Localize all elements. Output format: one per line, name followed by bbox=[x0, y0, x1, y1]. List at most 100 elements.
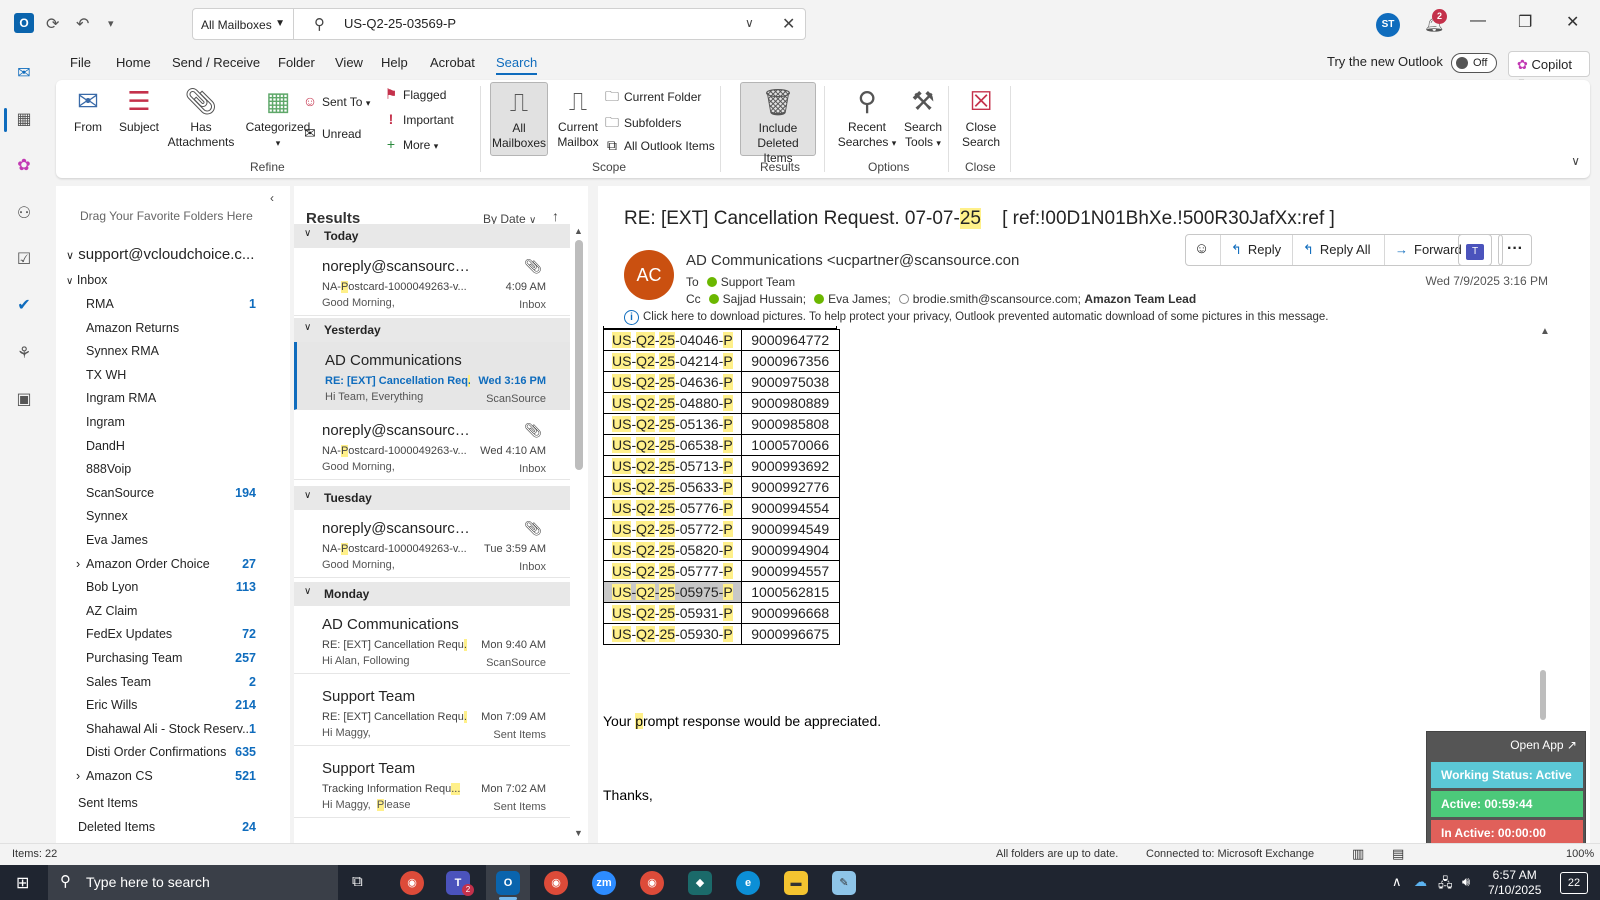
folder-item[interactable]: TX WH bbox=[86, 368, 126, 382]
recipient[interactable]: Amazon Team Lead bbox=[1084, 292, 1196, 306]
group-header-tuesday[interactable]: ∨ Tuesday bbox=[294, 486, 570, 510]
people-icon[interactable]: ⚇ bbox=[12, 202, 36, 226]
folder-item[interactable]: Synnex RMA bbox=[86, 344, 159, 358]
current-folder-button[interactable]: 🗀︎ Current Folder bbox=[604, 86, 701, 110]
message-item[interactable]: Support Team Tracking Information Requ...… bbox=[294, 750, 570, 818]
reading-pane-scrollbar[interactable] bbox=[1540, 670, 1546, 720]
important-button[interactable]: ! Important bbox=[383, 111, 454, 127]
reply-button[interactable]: ↰ Reply bbox=[1220, 235, 1292, 265]
org-explorer-icon[interactable]: ⚘ bbox=[12, 342, 36, 366]
sync-icon[interactable]: ⟳ bbox=[46, 14, 59, 34]
chrome-profile-icon[interactable]: ◉ bbox=[544, 871, 568, 895]
folder-item[interactable]: Eric Wills bbox=[86, 698, 137, 712]
all-outlook-items-button[interactable]: ⧉ All Outlook Items bbox=[604, 137, 715, 154]
from-button[interactable]: ✉ From bbox=[68, 86, 108, 135]
clear-search-icon[interactable]: ✕ bbox=[782, 14, 795, 34]
scroll-down-icon[interactable]: ▼ bbox=[574, 828, 583, 838]
more-actions-button[interactable]: ··· bbox=[1498, 234, 1532, 266]
recipient[interactable]: brodie.smith@scansource.com; bbox=[913, 292, 1081, 306]
folder-item[interactable]: › Amazon Order Choice bbox=[76, 557, 210, 571]
teams-share-button[interactable]: T bbox=[1458, 234, 1492, 266]
normal-view-icon[interactable]: ▥ bbox=[1352, 846, 1364, 862]
search-tools-button[interactable]: ⚒ Search Tools ▾ bbox=[894, 86, 952, 151]
message-item[interactable]: noreply@scansource.... 📎︎ NA-Postcard-1000… bbox=[294, 412, 570, 480]
edge-icon[interactable]: e bbox=[736, 871, 760, 895]
folder-item[interactable]: Ingram RMA bbox=[86, 391, 156, 405]
minimize-icon[interactable]: — bbox=[1470, 12, 1486, 30]
folder-item[interactable]: Sales Team bbox=[86, 675, 151, 689]
reading-view-icon[interactable]: ▤ bbox=[1392, 846, 1404, 862]
folder-item[interactable]: Eva James bbox=[86, 533, 148, 547]
sender-line[interactable]: AD Communications <ucpartner@scansource.… bbox=[686, 252, 1019, 269]
notepad-icon[interactable]: ✎ bbox=[832, 871, 856, 895]
message-item[interactable]: AD Communications RE: [EXT] Cancellation … bbox=[294, 606, 570, 674]
scroll-up-icon[interactable]: ▲ bbox=[574, 226, 583, 236]
folder-item[interactable]: Synnex bbox=[86, 509, 128, 523]
maximize-icon[interactable]: ❐ bbox=[1518, 12, 1532, 32]
folder-item[interactable]: 888Voip bbox=[86, 462, 131, 476]
network-icon[interactable]: 🖧︎ bbox=[1438, 874, 1453, 896]
current-mailbox-button[interactable]: ⎍ Current Mailbox bbox=[550, 86, 606, 150]
reply-all-button[interactable]: ↰ Reply All bbox=[1292, 235, 1384, 265]
open-app-link[interactable]: Open App ↗ bbox=[1510, 738, 1577, 752]
volume-icon[interactable]: 🔊︎ bbox=[1462, 874, 1470, 890]
sender-avatar[interactable]: AC bbox=[624, 250, 674, 300]
tasks-icon[interactable]: ☑ bbox=[12, 248, 36, 272]
scroll-up-icon[interactable]: ▲ bbox=[1540, 326, 1550, 337]
tab-folder[interactable]: Folder bbox=[278, 55, 315, 70]
folder-item[interactable]: Disti Order Confirmations bbox=[86, 745, 226, 759]
folder-deleted-items[interactable]: Deleted Items bbox=[78, 820, 155, 834]
include-deleted-items-button[interactable]: 🗑︎ Include Deleted Items bbox=[740, 82, 816, 165]
file-explorer-icon[interactable]: ▬ bbox=[784, 871, 808, 895]
undo-icon[interactable]: ↶ bbox=[76, 14, 89, 34]
folder-inbox[interactable]: ∨ Inbox bbox=[66, 273, 107, 287]
tray-overflow-icon[interactable]: ∧ bbox=[1392, 874, 1402, 890]
app-diamond-icon[interactable]: ◆ bbox=[688, 871, 712, 895]
system-clock[interactable]: 6:57 AM 7/10/2025 bbox=[1488, 868, 1541, 898]
folder-item[interactable]: AZ Claim bbox=[86, 604, 137, 618]
message-item[interactable]: noreply@scansource.... 📎︎ NA-Postcard-1000… bbox=[294, 510, 570, 578]
close-window-icon[interactable]: ✕ bbox=[1566, 12, 1579, 32]
folder-item[interactable]: RMA bbox=[86, 297, 114, 311]
tab-search[interactable]: Search bbox=[496, 55, 538, 75]
onedrive-icon[interactable]: ☁ bbox=[1414, 874, 1427, 890]
copilot-icon[interactable]: ✿ bbox=[12, 154, 36, 178]
zoom-icon[interactable]: zm bbox=[592, 871, 616, 895]
folder-item[interactable]: FedEx Updates bbox=[86, 627, 172, 641]
group-header-monday[interactable]: ∨ Monday bbox=[294, 582, 570, 606]
folder-item[interactable]: Ingram bbox=[86, 415, 125, 429]
outlook-taskbar-icon[interactable]: O bbox=[496, 871, 520, 895]
message-list-scrollbar[interactable] bbox=[575, 240, 583, 470]
expand-folder-icon[interactable]: › bbox=[76, 557, 80, 571]
folder-item[interactable]: Purchasing Team bbox=[86, 651, 182, 665]
recipient[interactable]: Eva James; bbox=[828, 292, 891, 306]
windows-start-icon[interactable]: ⊞ bbox=[16, 873, 29, 893]
folder-item[interactable]: Bob Lyon bbox=[86, 580, 138, 594]
todo-icon[interactable]: ✔ bbox=[12, 294, 36, 318]
collapse-ribbon-icon[interactable]: ∨ bbox=[1571, 154, 1580, 168]
group-header-today[interactable]: ∨ Today bbox=[294, 224, 570, 248]
tab-help[interactable]: Help bbox=[381, 55, 408, 70]
recipient[interactable]: Support Team bbox=[721, 275, 796, 289]
chrome-profile-2-icon[interactable]: ◉ bbox=[640, 871, 664, 895]
chrome-icon[interactable]: ◉ bbox=[400, 871, 424, 895]
new-outlook-toggle[interactable]: Off bbox=[1451, 53, 1497, 73]
emoji-react-icon[interactable]: ☺ bbox=[1194, 240, 1209, 257]
search-options-chevron-icon[interactable]: ∨ bbox=[745, 16, 754, 30]
unread-button[interactable]: ✉ Unread bbox=[302, 125, 361, 142]
recipient[interactable]: Sajjad Hussain; bbox=[723, 292, 806, 306]
tab-view[interactable]: View bbox=[335, 55, 363, 70]
message-item[interactable]: Support Team RE: [EXT] Cancellation Requ.… bbox=[294, 678, 570, 746]
collapse-folder-pane-icon[interactable]: ‹ bbox=[270, 191, 274, 205]
folder-item[interactable]: › Amazon CS bbox=[76, 769, 153, 783]
tab-home[interactable]: Home bbox=[116, 55, 151, 70]
download-pictures-infobar[interactable]: i Click here to download pictures. To hel… bbox=[624, 310, 1328, 325]
mail-icon[interactable]: ✉ bbox=[12, 62, 36, 86]
sort-direction-icon[interactable]: ↑ bbox=[552, 208, 559, 224]
apps-icon[interactable]: ▣ bbox=[12, 388, 36, 412]
user-avatar[interactable]: ST bbox=[1376, 13, 1400, 37]
taskbar-search[interactable]: ⚲ Type here to search bbox=[48, 865, 338, 900]
recent-searches-button[interactable]: ⚲ Recent Searches ▾ bbox=[834, 86, 900, 151]
flagged-button[interactable]: ⚑ Flagged bbox=[383, 86, 447, 103]
message-item-selected[interactable]: AD Communications RE: [EXT] Cancellation … bbox=[294, 342, 570, 410]
